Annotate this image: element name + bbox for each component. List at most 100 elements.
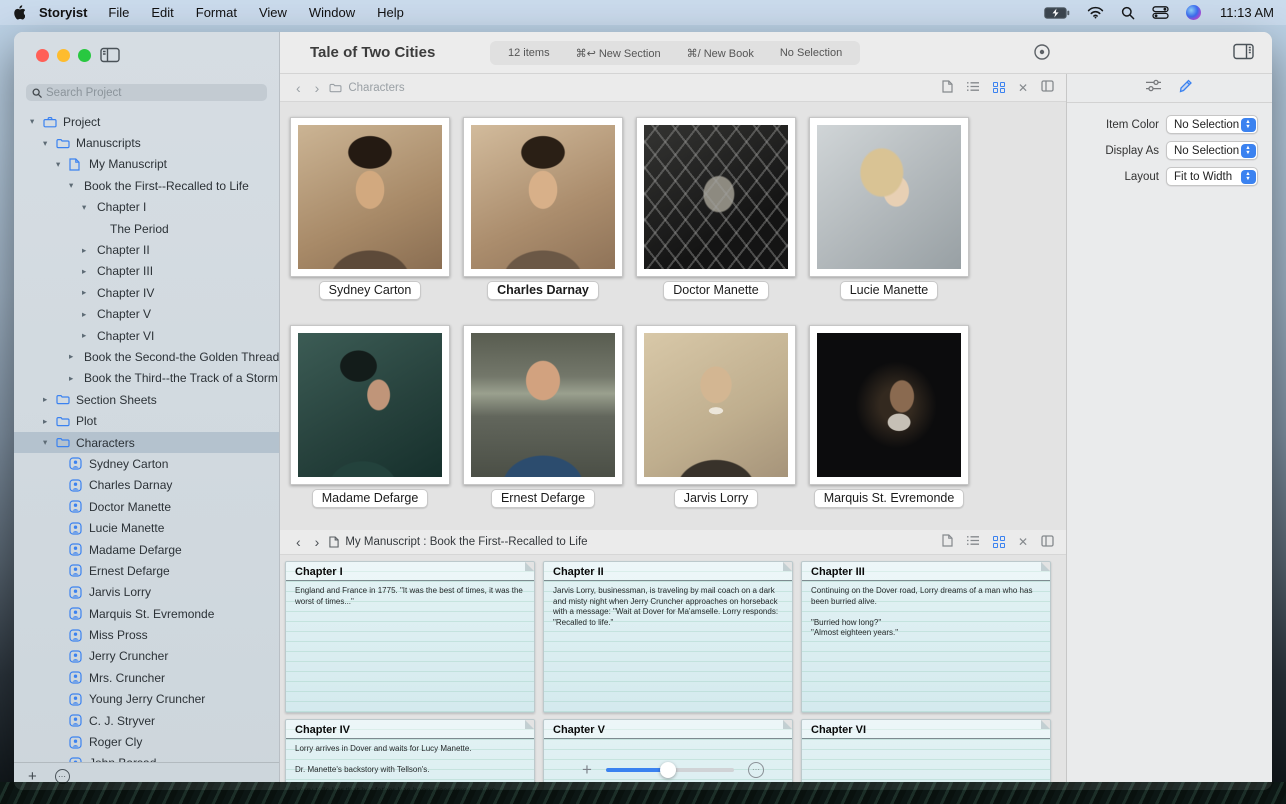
sidebar-item-doctor-manette[interactable]: Doctor Manette xyxy=(14,496,279,517)
sidebar-item-section-sheets[interactable]: ▸ Section Sheets xyxy=(14,389,279,410)
character-name-pill[interactable]: Jarvis Lorry xyxy=(674,489,759,508)
character-name-pill[interactable]: Ernest Defarge xyxy=(491,489,595,508)
sidebar-item-chapter-4[interactable]: ▸ Chapter IV xyxy=(14,282,279,303)
siri-icon[interactable] xyxy=(1186,5,1201,20)
index-card-chapter-4[interactable]: Chapter IV Lorry arrives in Dover and wa… xyxy=(285,719,535,790)
close-pane-icon[interactable]: ✕ xyxy=(1018,82,1028,94)
sidebar-item-stryver[interactable]: C. J. Stryver xyxy=(14,710,279,731)
sidebar-item-manuscripts[interactable]: ▾ Manuscripts xyxy=(14,132,279,153)
back-icon[interactable]: ‹ xyxy=(292,81,305,95)
menu-file[interactable]: File xyxy=(108,5,129,20)
search-input[interactable] xyxy=(46,87,261,99)
character-card-ernest-defarge[interactable]: Ernest Defarge xyxy=(463,325,623,508)
layout-select[interactable]: Fit to Width ▲▼ xyxy=(1166,167,1258,186)
list-view-icon[interactable] xyxy=(966,535,980,549)
split-view-icon[interactable] xyxy=(1041,535,1054,550)
highlighter-pen-icon[interactable] xyxy=(1178,78,1194,98)
menu-format[interactable]: Format xyxy=(196,5,237,20)
page-view-icon[interactable] xyxy=(942,534,953,550)
sidebar-item-john-barsad[interactable]: John Barsad xyxy=(14,753,279,762)
sidebar-item-mrs-cruncher[interactable]: Mrs. Cruncher xyxy=(14,667,279,688)
forward-icon[interactable]: › xyxy=(311,81,324,95)
sidebar-item-my-manuscript[interactable]: ▾ My Manuscript xyxy=(14,154,279,175)
chevron-right-icon[interactable]: ▸ xyxy=(82,287,95,298)
grid-view-icon[interactable] xyxy=(993,536,1005,548)
chevron-down-icon[interactable]: ▾ xyxy=(30,116,43,127)
new-book-shortcut[interactable]: ⌘/ New Book xyxy=(687,47,754,60)
chevron-down-icon[interactable]: ▾ xyxy=(43,138,56,149)
sidebar-item-roger-cly[interactable]: Roger Cly xyxy=(14,731,279,752)
forward-icon[interactable]: › xyxy=(311,535,324,549)
index-card-chapter-6[interactable]: Chapter VI xyxy=(801,719,1051,790)
sidebar-item-chapter-1[interactable]: ▾ Chapter I xyxy=(14,197,279,218)
menu-edit[interactable]: Edit xyxy=(151,5,173,20)
menu-view[interactable]: View xyxy=(259,5,287,20)
character-card-doctor-manette[interactable]: Doctor Manette xyxy=(636,117,796,300)
sidebar-item-charles-darnay[interactable]: Charles Darnay xyxy=(14,475,279,496)
battery-icon[interactable] xyxy=(1044,7,1070,19)
character-card-marquis[interactable]: Marquis St. Evremonde xyxy=(809,325,969,508)
character-card-sydney-carton[interactable]: Sydney Carton xyxy=(290,117,450,300)
breadcrumb[interactable]: Characters xyxy=(348,82,404,94)
control-center-icon[interactable] xyxy=(1152,6,1169,19)
character-name-pill[interactable]: Lucie Manette xyxy=(840,281,939,300)
character-card-charles-darnay[interactable]: Charles Darnay xyxy=(463,117,623,300)
chevron-right-icon[interactable]: ▸ xyxy=(82,266,95,277)
sidebar-item-characters[interactable]: ▾ Characters xyxy=(14,432,279,453)
character-name-pill[interactable]: Sydney Carton xyxy=(319,281,422,300)
target-icon[interactable] xyxy=(1032,42,1052,67)
chevron-right-icon[interactable]: ▸ xyxy=(43,394,56,405)
chevron-down-icon[interactable]: ▾ xyxy=(82,202,95,213)
sidebar-item-the-period[interactable]: The Period xyxy=(14,218,279,239)
chevron-right-icon[interactable]: ▸ xyxy=(82,309,95,320)
zoom-slider[interactable] xyxy=(606,768,734,772)
sidebar-item-plot[interactable]: ▸ Plot xyxy=(14,410,279,431)
display-as-select[interactable]: No Selection ▲▼ xyxy=(1166,141,1258,160)
close-window-button[interactable] xyxy=(36,49,49,62)
list-view-icon[interactable] xyxy=(966,81,980,95)
page-view-icon[interactable] xyxy=(942,80,953,96)
character-card-lucie-manette[interactable]: Lucie Manette xyxy=(809,117,969,300)
chevron-down-icon[interactable]: ▾ xyxy=(43,437,56,448)
sidebar-item-madame-defarge[interactable]: Madame Defarge xyxy=(14,539,279,560)
sidebar-item-jarvis-lorry[interactable]: Jarvis Lorry xyxy=(14,582,279,603)
sidebar-item-book-third[interactable]: ▸ Book the Third--the Track of a Storm xyxy=(14,368,279,389)
zoom-window-button[interactable] xyxy=(78,49,91,62)
character-card-madame-defarge[interactable]: Madame Defarge xyxy=(290,325,450,508)
index-card-chapter-3[interactable]: Chapter III Continuing on the Dover road… xyxy=(801,561,1051,713)
index-card-chapter-1[interactable]: Chapter I England and France in 1775. "I… xyxy=(285,561,535,713)
character-name-pill[interactable]: Marquis St. Evremonde xyxy=(814,489,965,508)
menu-clock[interactable]: 11:13 AM xyxy=(1220,5,1274,20)
chevron-right-icon[interactable]: ▸ xyxy=(69,351,82,362)
sidebar-item-young-jerry[interactable]: Young Jerry Cruncher xyxy=(14,689,279,710)
settings-sliders-icon[interactable] xyxy=(1145,79,1162,97)
index-card-chapter-2[interactable]: Chapter II Jarvis Lorry, businessman, is… xyxy=(543,561,793,713)
zoom-slider-knob[interactable] xyxy=(660,762,676,778)
new-section-shortcut[interactable]: ⌘↩ New Section xyxy=(576,47,661,60)
grid-view-icon[interactable] xyxy=(993,82,1005,94)
breadcrumb[interactable]: My Manuscript : Book the First--Recalled… xyxy=(345,536,587,548)
character-name-pill[interactable]: Doctor Manette xyxy=(663,281,768,300)
back-icon[interactable]: ‹ xyxy=(292,535,305,549)
sidebar-item-ernest-defarge[interactable]: Ernest Defarge xyxy=(14,560,279,581)
chevron-right-icon[interactable]: ▸ xyxy=(69,373,82,384)
chevron-down-icon[interactable]: ▾ xyxy=(56,159,69,170)
sidebar-item-chapter-2[interactable]: ▸ Chapter II xyxy=(14,239,279,260)
wifi-icon[interactable] xyxy=(1087,6,1104,19)
index-card-chapter-5[interactable]: Chapter V xyxy=(543,719,793,790)
split-view-icon[interactable] xyxy=(1041,80,1054,95)
chevron-right-icon[interactable]: ▸ xyxy=(82,245,95,256)
menu-app-name[interactable]: Storyist xyxy=(39,5,87,20)
sidebar-item-miss-pross[interactable]: Miss Pross xyxy=(14,624,279,645)
spotlight-search-icon[interactable] xyxy=(1121,6,1135,20)
character-card-jarvis-lorry[interactable]: Jarvis Lorry xyxy=(636,325,796,508)
menu-window[interactable]: Window xyxy=(309,5,355,20)
minimize-window-button[interactable] xyxy=(57,49,70,62)
sidebar-item-marquis[interactable]: Marquis St. Evremonde xyxy=(14,603,279,624)
menu-help[interactable]: Help xyxy=(377,5,404,20)
close-pane-icon[interactable]: ✕ xyxy=(1018,536,1028,548)
sidebar-item-chapter-3[interactable]: ▸ Chapter III xyxy=(14,261,279,282)
apple-icon[interactable] xyxy=(12,5,25,20)
sidebar-item-book-first[interactable]: ▾ Book the First--Recalled to Life xyxy=(14,175,279,196)
zoom-in-button[interactable]: + xyxy=(582,761,592,778)
